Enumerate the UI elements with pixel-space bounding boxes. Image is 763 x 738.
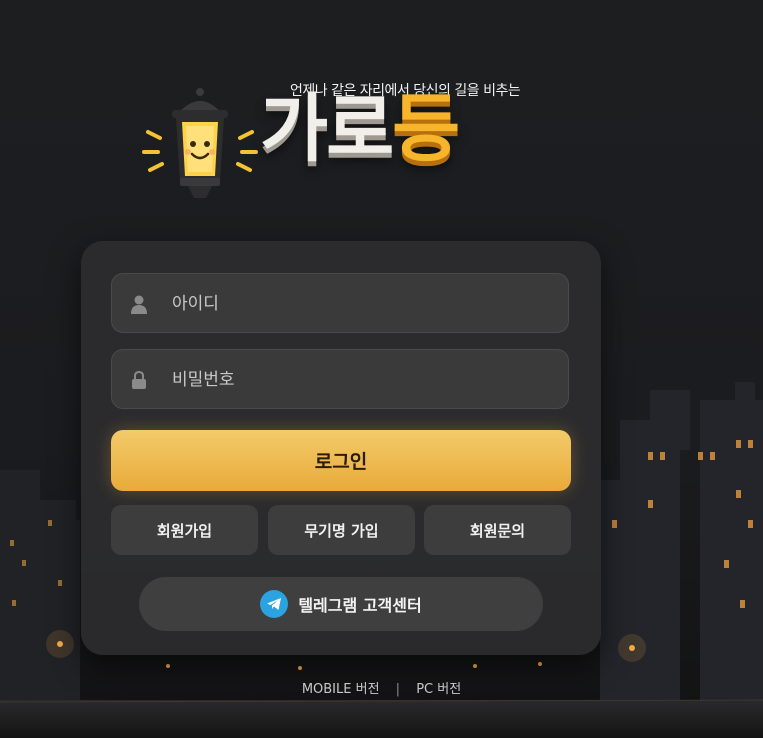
lock-icon [132, 370, 146, 389]
brand-title: 가로등 [260, 92, 460, 166]
footer-separator: | [395, 682, 401, 697]
pc-version-link[interactable]: PC 버전 [416, 682, 461, 697]
password-field[interactable] [111, 349, 569, 410]
no-deposit-signup-button[interactable]: 무기명 가입 [268, 505, 415, 555]
username-input[interactable] [170, 274, 554, 334]
telegram-support-label: 텔레그램 고객센터 [298, 596, 422, 615]
login-card: 로그인 회원가입 무기명 가입 회원문의 텔레그램 고객센터 [81, 241, 601, 655]
password-input[interactable] [170, 350, 554, 410]
inquiry-button[interactable]: 회원문의 [424, 505, 571, 555]
mobile-version-link[interactable]: MOBILE 버전 [302, 682, 380, 697]
street-lamp-icon [142, 88, 258, 198]
logo: 언제나 같은 자리에서 당신의 길을 비추는 가로등 [140, 78, 550, 208]
brand-part-1: 가로 [260, 86, 394, 172]
signup-button[interactable]: 회원가입 [111, 505, 258, 555]
username-field[interactable] [111, 273, 569, 334]
brand-part-2: 등 [392, 86, 460, 172]
login-button[interactable]: 로그인 [111, 430, 571, 491]
telegram-support-button[interactable]: 텔레그램 고객센터 [139, 577, 543, 631]
telegram-icon [260, 590, 289, 618]
version-links: MOBILE 버전 | PC 버전 [0, 678, 763, 697]
user-icon [131, 295, 147, 314]
